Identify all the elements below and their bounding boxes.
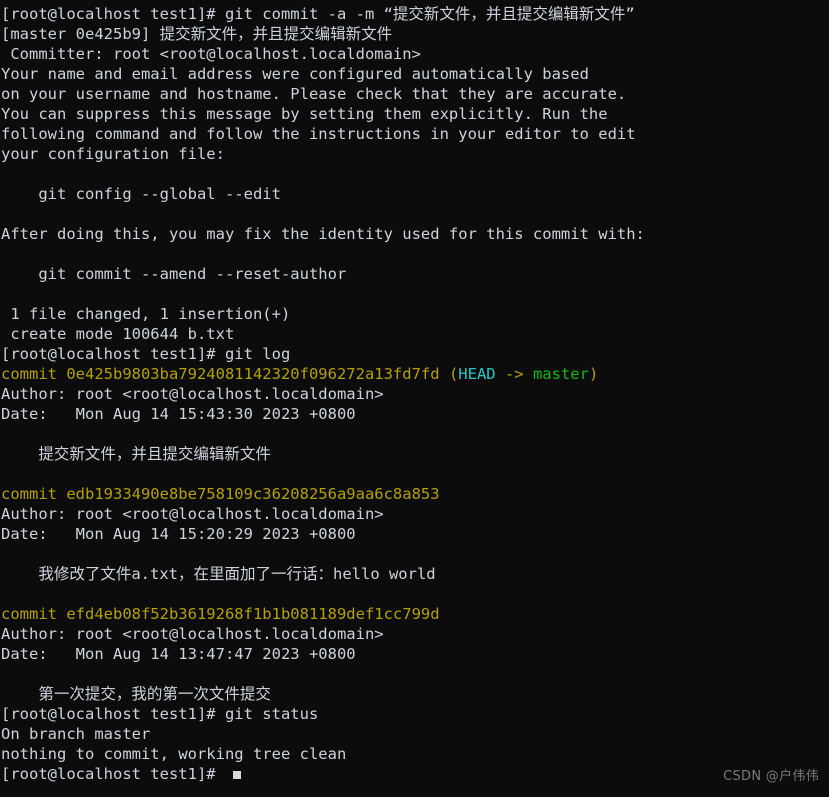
terminal-text: [master 0e425b9] 提交新文件，并且提交编辑新文件 — [1, 25, 393, 43]
terminal-line: Author: root <root@localhost.localdomain… — [1, 624, 829, 644]
terminal-text: Committer: root <root@localhost.localdom… — [1, 45, 421, 63]
terminal-text: git config --global --edit — [1, 185, 281, 203]
terminal-text: 1 file changed, 1 insertion(+) — [1, 305, 291, 323]
terminal-text: 提交新文件，并且提交编辑新文件 — [1, 445, 271, 463]
terminal-line: Date: Mon Aug 14 15:43:30 2023 +0800 — [1, 404, 829, 424]
terminal-line: [root@localhost test1]# git log — [1, 344, 829, 364]
terminal-text: Author: root <root@localhost.localdomain… — [1, 505, 384, 523]
terminal-line: following command and follow the instruc… — [1, 124, 829, 144]
terminal-text: 第一次提交，我的第一次文件提交 — [1, 685, 271, 703]
terminal-line: 我修改了文件a.txt，在里面加了一行话：hello world — [1, 564, 829, 584]
terminal-text: On branch master — [1, 725, 151, 743]
terminal-text: [root@localhost test1]# git log — [1, 345, 291, 363]
terminal-line: git commit --amend --reset-author — [1, 264, 829, 284]
terminal-text: After doing this, you may fix the identi… — [1, 225, 645, 243]
terminal-line: nothing to commit, working tree clean — [1, 744, 829, 764]
terminal-line: 1 file changed, 1 insertion(+) — [1, 304, 829, 324]
terminal-text: -> — [495, 365, 533, 383]
terminal-text: HEAD — [458, 365, 496, 383]
terminal-text: Author: root <root@localhost.localdomain… — [1, 385, 384, 403]
terminal-line: 第一次提交，我的第一次文件提交 — [1, 684, 829, 704]
terminal-text: commit 0e425b9803ba7924081142320f096272a… — [1, 365, 449, 383]
csdn-watermark: CSDN @户伟伟 — [723, 769, 819, 784]
terminal-line: [root@localhost test1]# — [1, 764, 829, 784]
terminal-text: Your name and email address were configu… — [1, 65, 589, 83]
cursor-block — [232, 771, 241, 779]
terminal-output: [root@localhost test1]# git commit -a -m… — [1, 4, 829, 784]
terminal-line: [master 0e425b9] 提交新文件，并且提交编辑新文件 — [1, 24, 829, 44]
terminal-line: commit 0e425b9803ba7924081142320f096272a… — [1, 364, 829, 384]
terminal-text: master — [532, 365, 589, 383]
terminal-text: Date: Mon Aug 14 15:20:29 2023 +0800 — [1, 525, 356, 543]
terminal-window[interactable]: [root@localhost test1]# git commit -a -m… — [0, 0, 829, 797]
terminal-text: create mode 100644 b.txt — [1, 325, 235, 343]
terminal-line: Your name and email address were configu… — [1, 64, 829, 84]
terminal-line: create mode 100644 b.txt — [1, 324, 829, 344]
terminal-line: You can suppress this message by setting… — [1, 104, 829, 124]
terminal-text: following command and follow the instruc… — [1, 125, 636, 143]
terminal-text: You can suppress this message by setting… — [1, 105, 608, 123]
terminal-line: git config --global --edit — [1, 184, 829, 204]
terminal-text: [root@localhost test1]# — [1, 765, 225, 783]
terminal-text: Date: Mon Aug 14 15:43:30 2023 +0800 — [1, 405, 356, 423]
terminal-line: After doing this, you may fix the identi… — [1, 224, 829, 244]
terminal-line: Date: Mon Aug 14 15:20:29 2023 +0800 — [1, 524, 829, 544]
terminal-text: your configuration file: — [1, 145, 225, 163]
terminal-line: commit efd4eb08f52b3619268f1b1b081189def… — [1, 604, 829, 624]
terminal-line: [root@localhost test1]# git status — [1, 704, 829, 724]
terminal-text: [root@localhost test1]# git status — [1, 705, 319, 723]
terminal-line: on your username and hostname. Please ch… — [1, 84, 829, 104]
terminal-text: commit efd4eb08f52b3619268f1b1b081189def… — [1, 605, 440, 623]
terminal-line: Date: Mon Aug 14 13:47:47 2023 +0800 — [1, 644, 829, 664]
terminal-line: Author: root <root@localhost.localdomain… — [1, 504, 829, 524]
terminal-text: nothing to commit, working tree clean — [1, 745, 347, 763]
terminal-text: ( — [448, 365, 459, 383]
terminal-text: commit edb1933490e8be758109c36208256a9aa… — [1, 485, 440, 503]
terminal-text: ) — [588, 365, 599, 383]
terminal-text: Author: root <root@localhost.localdomain… — [1, 625, 384, 643]
terminal-line: commit edb1933490e8be758109c36208256a9aa… — [1, 484, 829, 504]
terminal-text: Date: Mon Aug 14 13:47:47 2023 +0800 — [1, 645, 356, 663]
terminal-line: 提交新文件，并且提交编辑新文件 — [1, 444, 829, 464]
terminal-text: git commit --amend --reset-author — [1, 265, 347, 283]
terminal-line: On branch master — [1, 724, 829, 744]
terminal-text: [root@localhost test1]# git commit -a -m… — [1, 5, 635, 23]
terminal-text: on your username and hostname. Please ch… — [1, 85, 627, 103]
terminal-line: your configuration file: — [1, 144, 829, 164]
terminal-text: 我修改了文件a.txt，在里面加了一行话：hello world — [1, 565, 436, 583]
terminal-line: Author: root <root@localhost.localdomain… — [1, 384, 829, 404]
terminal-line: [root@localhost test1]# git commit -a -m… — [1, 4, 829, 24]
terminal-line: Committer: root <root@localhost.localdom… — [1, 44, 829, 64]
